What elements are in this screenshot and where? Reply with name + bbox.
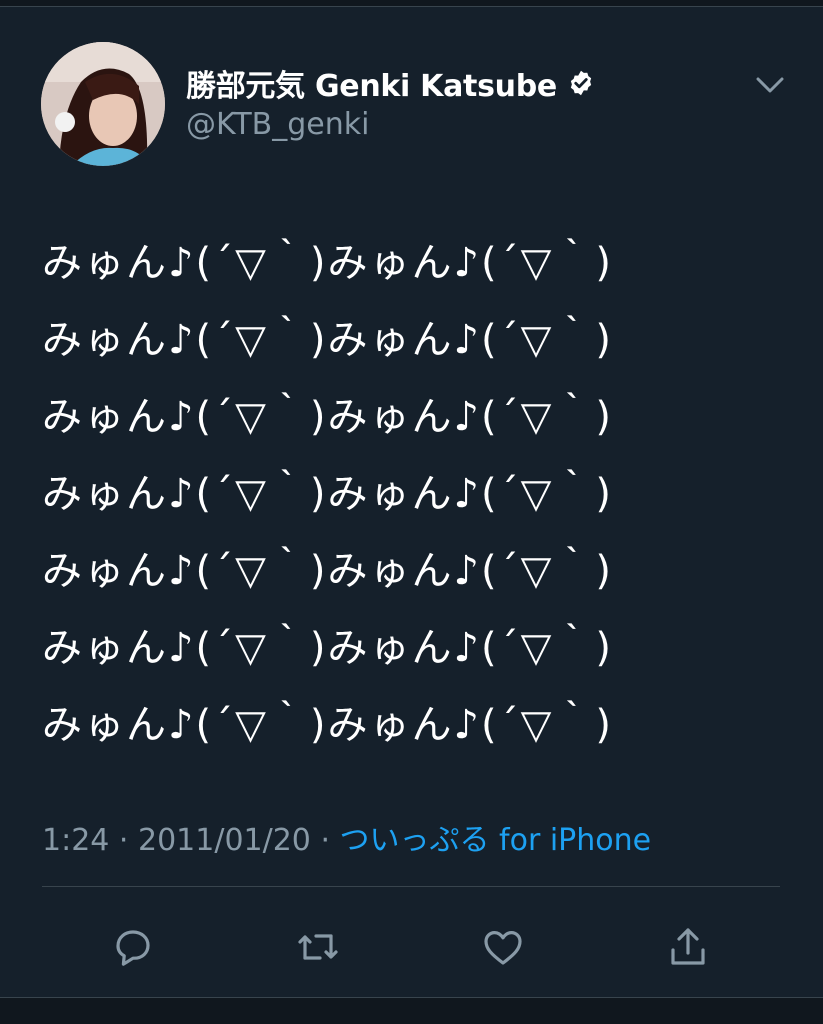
tweet-text-line: みゅん♪(´▽｀)みゅん♪(´▽｀) [42,317,613,363]
like-icon [484,931,522,965]
share-button[interactable] [658,917,718,977]
tweet-text-line: みゅん♪(´▽｀)みゅん♪(´▽｀) [42,702,613,748]
tweet-card: 勝部元気 Genki Katsube @KTB_genki みゅん♪(´▽｀)み… [0,7,823,1024]
divider [42,886,780,887]
tweet-text-line: みゅん♪(´▽｀)みゅん♪(´▽｀) [42,240,613,286]
tweet-text: みゅん♪(´▽｀)みゅん♪(´▽｀) みゅん♪(´▽｀)みゅん♪(´▽｀) みゅ… [42,229,802,768]
chevron-down-icon[interactable] [752,67,788,103]
avatar-photo [41,42,165,166]
author-name-row: 勝部元気 Genki Katsube [186,61,595,105]
reply-button[interactable] [103,917,163,977]
display-name[interactable]: 勝部元気 Genki Katsube [186,61,557,105]
tweet-actions [0,917,823,977]
tweet-text-line: みゅん♪(´▽｀)みゅん♪(´▽｀) [42,548,613,594]
meta-separator: · [310,823,340,858]
handle[interactable]: @KTB_genki [186,107,369,142]
top-separator [0,0,823,7]
retweet-button[interactable] [288,917,348,977]
retweet-icon [298,934,338,960]
tweet-time[interactable]: 1:24 [42,823,109,858]
tweet-date[interactable]: 2011/01/20 [138,823,311,858]
meta-separator: · [109,823,138,858]
bottom-separator [0,997,823,1024]
avatar[interactable] [41,42,165,166]
tweet-text-line: みゅん♪(´▽｀)みゅん♪(´▽｀) [42,625,613,671]
like-button[interactable] [473,917,533,977]
tweet-text-line: みゅん♪(´▽｀)みゅん♪(´▽｀) [42,394,613,440]
verified-badge-icon [570,70,592,96]
tweet-text-line: みゅん♪(´▽｀)みゅん♪(´▽｀) [42,471,613,517]
reply-icon [116,930,150,966]
share-icon [671,928,705,965]
tweet-source-link[interactable]: ついっぷる for iPhone [340,823,652,858]
tweet-metadata: 1:24 · 2011/01/20 · ついっぷる for iPhone [42,815,651,859]
